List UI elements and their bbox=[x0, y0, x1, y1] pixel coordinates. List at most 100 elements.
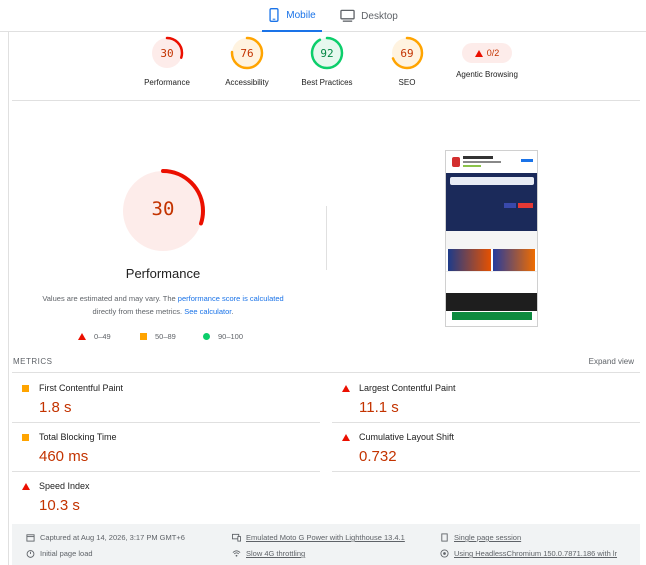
green-circle-icon bbox=[203, 333, 210, 340]
emulated-device[interactable]: Emulated Moto G Power with Lighthouse 13… bbox=[232, 533, 405, 542]
captured-at: Captured at Aug 14, 2026, 3:17 PM GMT+6 bbox=[26, 533, 185, 542]
network-throttling-text: Slow 4G throttling bbox=[246, 549, 306, 558]
initial-page-load-text: Initial page load bbox=[40, 549, 93, 558]
thumb-accept-button bbox=[452, 312, 532, 320]
accessibility-gauge-label: Accessibility bbox=[225, 78, 269, 87]
thumb-bar bbox=[450, 177, 534, 185]
orange-square-icon bbox=[22, 385, 29, 392]
mobile-phone-icon bbox=[269, 8, 279, 22]
thumb-header bbox=[446, 151, 537, 173]
accessibility-score: 76 bbox=[240, 47, 253, 60]
metric-value: 460 ms bbox=[39, 448, 89, 465]
thumb-logo bbox=[452, 157, 460, 167]
network-throttling[interactable]: Slow 4G throttling bbox=[232, 549, 305, 558]
best-practices-gauge-ring: 92 bbox=[310, 36, 344, 70]
wifi-icon bbox=[232, 550, 241, 557]
legend-pass-range: 90–100 bbox=[218, 332, 244, 341]
tab-desktop-label: Desktop bbox=[361, 10, 398, 22]
score-note: Values are estimated and may vary. The p… bbox=[30, 292, 296, 318]
thumb-line bbox=[463, 161, 501, 163]
seo-gauge-ring: 69 bbox=[390, 36, 424, 70]
thumb-list bbox=[446, 271, 537, 293]
metric-first-contentful-paint: First Contentful Paint 1.8 s bbox=[12, 374, 320, 423]
thumb-banners bbox=[446, 249, 537, 271]
red-triangle-icon bbox=[78, 333, 86, 340]
fail-triangle-icon bbox=[474, 49, 483, 57]
metric-total-blocking-time: Total Blocking Time 460 ms bbox=[12, 423, 320, 472]
accessibility-gauge-ring: 76 bbox=[230, 36, 264, 70]
devices-icon bbox=[232, 533, 241, 542]
orange-square-icon bbox=[22, 434, 29, 441]
performance-gauge-label: Performance bbox=[144, 78, 190, 87]
thumb-banner bbox=[448, 249, 491, 271]
final-screenshot-thumbnail[interactable] bbox=[445, 150, 538, 327]
metric-name: Cumulative Layout Shift bbox=[359, 432, 455, 442]
metric-name: Speed Index bbox=[39, 481, 90, 491]
browser-icon bbox=[440, 549, 449, 558]
left-divider bbox=[8, 32, 9, 565]
tab-desktop[interactable]: Desktop bbox=[334, 0, 404, 32]
emulated-device-text: Emulated Moto G Power with Lighthouse 13… bbox=[246, 533, 405, 542]
agentic-browsing-label: Agentic Browsing bbox=[456, 70, 518, 79]
metrics-divider bbox=[12, 372, 640, 373]
legend-pass: 90–100 bbox=[203, 332, 243, 341]
legend-fail: 0–49 bbox=[78, 332, 111, 341]
metric-cumulative-layout-shift: Cumulative Layout Shift 0.732 bbox=[332, 423, 640, 472]
note-suffix: . bbox=[231, 307, 234, 316]
thumb-line bbox=[463, 156, 493, 159]
page-session[interactable]: Single page session bbox=[440, 533, 521, 542]
red-triangle-icon bbox=[342, 434, 350, 441]
metric-largest-contentful-paint: Largest Contentful Paint 11.1 s bbox=[332, 374, 640, 423]
legend-average: 50–89 bbox=[140, 332, 176, 341]
main-performance-title: Performance bbox=[125, 266, 201, 281]
best-practices-gauge-label: Best Practices bbox=[301, 78, 353, 87]
see-calculator-link[interactable]: See calculator bbox=[184, 307, 231, 316]
timer-icon bbox=[26, 550, 35, 558]
metric-value: 0.732 bbox=[359, 448, 397, 465]
performance-gauge-ring: 30 bbox=[150, 36, 184, 70]
expand-view-toggle[interactable]: Expand view bbox=[589, 357, 634, 366]
metric-speed-index: Speed Index 10.3 s bbox=[12, 472, 312, 521]
page-session-text: Single page session bbox=[454, 533, 522, 542]
browser-version[interactable]: Using HeadlessChromium 150.0.7871.186 wi… bbox=[440, 549, 617, 558]
metric-divider bbox=[332, 471, 640, 472]
gauge-best-practices[interactable]: 92 Best Practices bbox=[282, 36, 372, 87]
red-triangle-icon bbox=[342, 385, 350, 392]
calendar-icon bbox=[26, 534, 35, 542]
vertical-separator bbox=[326, 206, 327, 270]
gauge-seo[interactable]: 69 SEO bbox=[362, 36, 452, 87]
main-performance-score: 30 bbox=[151, 198, 175, 220]
note-prefix: Values are estimated and may vary. The bbox=[42, 294, 178, 303]
legend-average-range: 50–89 bbox=[155, 332, 176, 341]
metric-name: Total Blocking Time bbox=[39, 432, 117, 442]
category-gauges: 30 Performance 76 Accessibility 92 Best … bbox=[0, 36, 646, 96]
thumb-pill bbox=[504, 203, 516, 208]
gauge-agentic-browsing[interactable]: 0/2 Agentic Browsing bbox=[442, 36, 532, 79]
metric-value: 10.3 s bbox=[39, 497, 80, 514]
metric-value: 11.1 s bbox=[359, 399, 399, 416]
run-info-footer: Captured at Aug 14, 2026, 3:17 PM GMT+6 … bbox=[12, 524, 640, 565]
initial-page-load: Initial page load bbox=[26, 549, 93, 558]
seo-gauge-label: SEO bbox=[398, 78, 416, 87]
best-practices-score: 92 bbox=[320, 47, 333, 60]
thumb-banner bbox=[492, 249, 535, 271]
thumb-hero bbox=[446, 173, 537, 231]
performance-score-link[interactable]: performance score is calculated bbox=[178, 294, 284, 303]
thumb-icons-row bbox=[446, 231, 537, 249]
gauge-accessibility[interactable]: 76 Accessibility bbox=[202, 36, 292, 87]
captured-at-text: Captured at Aug 14, 2026, 3:17 PM GMT+6 bbox=[40, 533, 185, 542]
thumb-link bbox=[521, 159, 533, 162]
gauges-divider bbox=[12, 100, 640, 101]
seo-score: 69 bbox=[400, 47, 413, 60]
thumb-line bbox=[463, 165, 481, 167]
metric-name: Largest Contentful Paint bbox=[359, 383, 456, 393]
performance-score: 30 bbox=[160, 47, 173, 60]
page-icon bbox=[441, 533, 448, 542]
metrics-heading: METRICS bbox=[13, 357, 53, 366]
agentic-browsing-score: 0/2 bbox=[486, 48, 500, 58]
thumb-tooltip bbox=[446, 293, 537, 311]
tab-mobile[interactable]: Mobile bbox=[262, 0, 322, 32]
note-mid: directly from these metrics. bbox=[92, 307, 185, 316]
legend-fail-range: 0–49 bbox=[94, 332, 111, 341]
gauge-performance[interactable]: 30 Performance bbox=[122, 36, 212, 87]
